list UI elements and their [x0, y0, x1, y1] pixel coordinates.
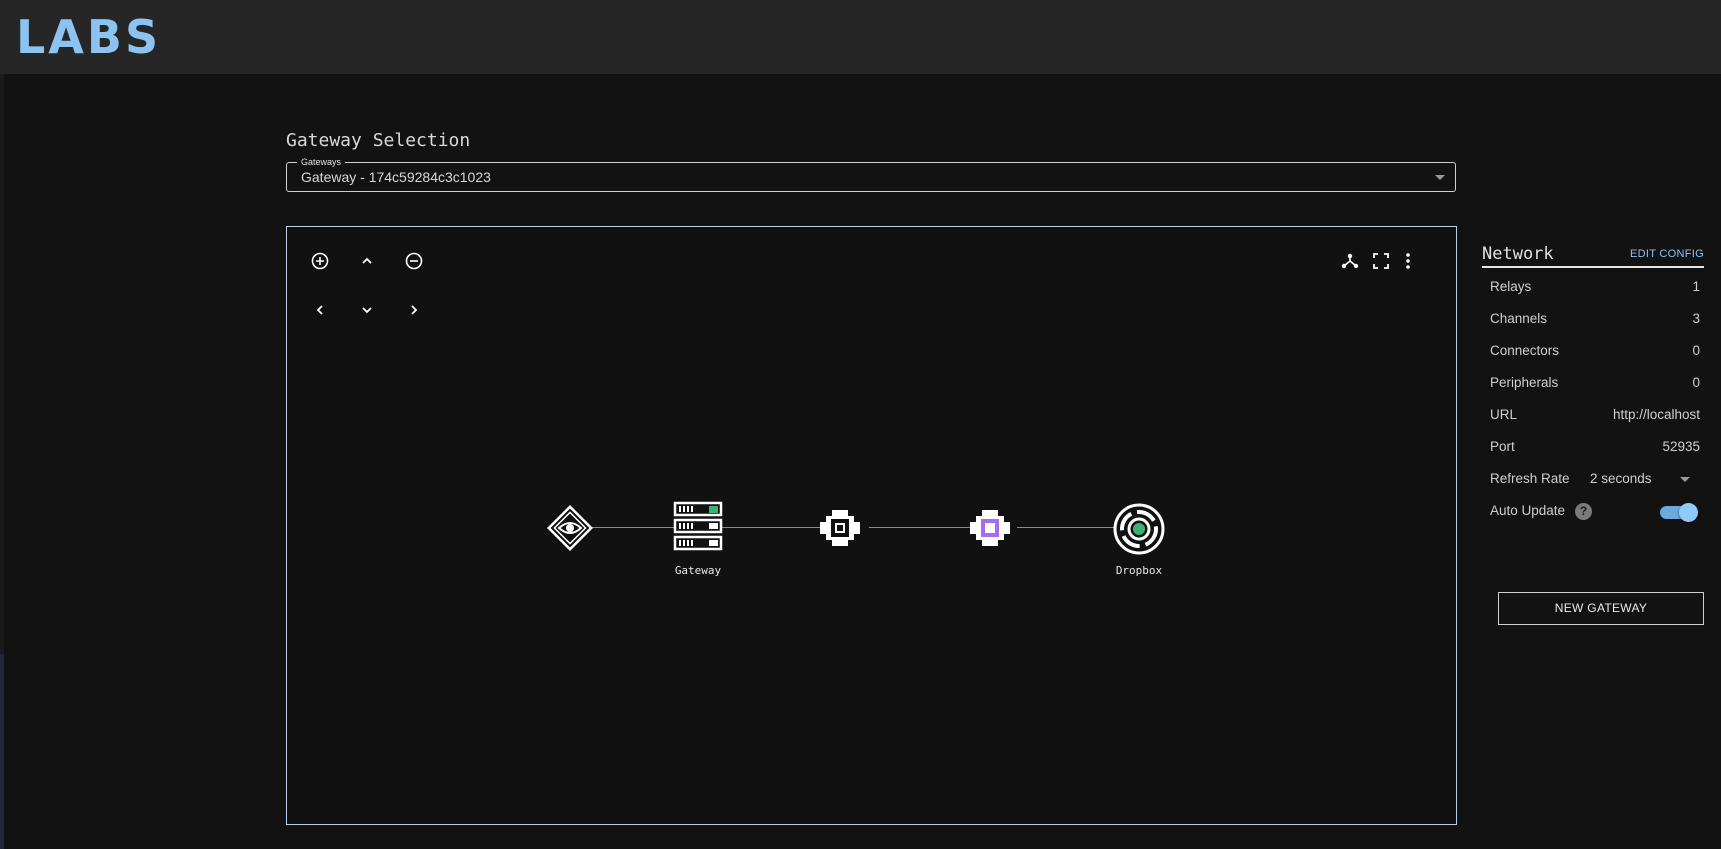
stat-label: Connectors: [1490, 343, 1560, 358]
left-edge-strip: [0, 74, 4, 849]
zoom-out-icon[interactable]: [400, 247, 428, 275]
stat-value: 52935: [1662, 439, 1700, 454]
stat-value: 3: [1692, 311, 1700, 326]
graph-edge: [869, 527, 979, 528]
gateway-select-legend: Gateways: [297, 156, 346, 168]
zoom-in-icon[interactable]: [306, 247, 334, 275]
fullscreen-icon[interactable]: [1367, 247, 1395, 275]
stat-port: Port 52935: [1490, 436, 1700, 468]
gateway-selection-title: Gateway Selection: [286, 130, 471, 151]
stat-label: Channels: [1490, 311, 1548, 326]
pan-left-icon[interactable]: [306, 296, 334, 324]
left-edge-accent: [0, 654, 4, 849]
dropbox-node-label: Dropbox: [1115, 564, 1163, 577]
caret-down-icon: [1680, 477, 1690, 482]
refresh-rate-select[interactable]: 2 seconds: [1590, 468, 1700, 490]
pan-down-icon[interactable]: [353, 296, 381, 324]
help-icon[interactable]: ?: [1575, 503, 1592, 520]
gateway-node[interactable]: [673, 501, 723, 551]
network-panel: Network EDIT CONFIG Relays 1 Channels 3 …: [1482, 240, 1704, 625]
hierarchy-icon[interactable]: [1336, 247, 1364, 275]
stat-peripherals: Peripherals 0: [1490, 372, 1700, 404]
auto-update-row: Auto Update ?: [1490, 500, 1700, 532]
graph-edge: [719, 527, 824, 528]
target-icon: [1113, 503, 1165, 555]
toggle-thumb: [1679, 503, 1698, 522]
stat-channels: Channels 3: [1490, 308, 1700, 340]
auto-update-toggle[interactable]: [1658, 503, 1698, 522]
gateway-node-label: Gateway: [674, 564, 722, 577]
stat-label: Peripherals: [1490, 375, 1559, 390]
stat-value: http://localhost: [1612, 407, 1700, 422]
new-gateway-button[interactable]: NEW GATEWAY: [1498, 592, 1704, 625]
channel-node[interactable]: [818, 506, 862, 550]
gear-icon: [820, 510, 860, 546]
network-panel-header: Network EDIT CONFIG: [1482, 240, 1704, 268]
dropbox-node[interactable]: [1113, 503, 1165, 555]
channel-purple-node[interactable]: [968, 506, 1012, 550]
graph-edge: [1017, 527, 1127, 528]
stat-label: Relays: [1490, 279, 1532, 294]
stat-value: 1: [1692, 279, 1700, 294]
caret-down-icon: [1435, 175, 1445, 180]
gateway-select-value: Gateway - 174c59284c3c1023: [301, 169, 491, 185]
stat-connectors: Connectors 0: [1490, 340, 1700, 372]
stat-value: 0: [1692, 375, 1700, 390]
gateway-select[interactable]: Gateways Gateway - 174c59284c3c1023: [286, 156, 1456, 192]
refresh-rate-row: Refresh Rate 2 seconds: [1490, 468, 1700, 500]
more-vert-icon[interactable]: [1394, 247, 1422, 275]
pan-up-icon[interactable]: [353, 247, 381, 275]
network-graph[interactable]: Gateway Dropbox: [286, 226, 1457, 825]
auto-update-label: Auto Update: [1490, 503, 1566, 518]
labs-logo[interactable]: LABS: [16, 12, 161, 62]
eye-node[interactable]: [545, 503, 595, 553]
stat-label: Port: [1490, 439, 1515, 454]
top-app-bar: LABS: [0, 0, 1721, 74]
stat-value: 0: [1692, 343, 1700, 358]
network-stats: Relays 1 Channels 3 Connectors 0 Periphe…: [1490, 276, 1704, 625]
refresh-rate-label: Refresh Rate: [1490, 471, 1570, 486]
server-icon: [673, 501, 723, 551]
network-title: Network: [1482, 244, 1554, 264]
edit-config-button[interactable]: EDIT CONFIG: [1630, 248, 1704, 260]
eye-icon: [547, 505, 593, 551]
gear-purple-icon: [970, 510, 1010, 546]
pan-right-icon[interactable]: [400, 296, 428, 324]
stat-relays: Relays 1: [1490, 276, 1700, 308]
stat-label: URL: [1490, 407, 1518, 422]
refresh-rate-value: 2 seconds: [1590, 471, 1652, 486]
stat-url: URL http://localhost: [1490, 404, 1700, 436]
